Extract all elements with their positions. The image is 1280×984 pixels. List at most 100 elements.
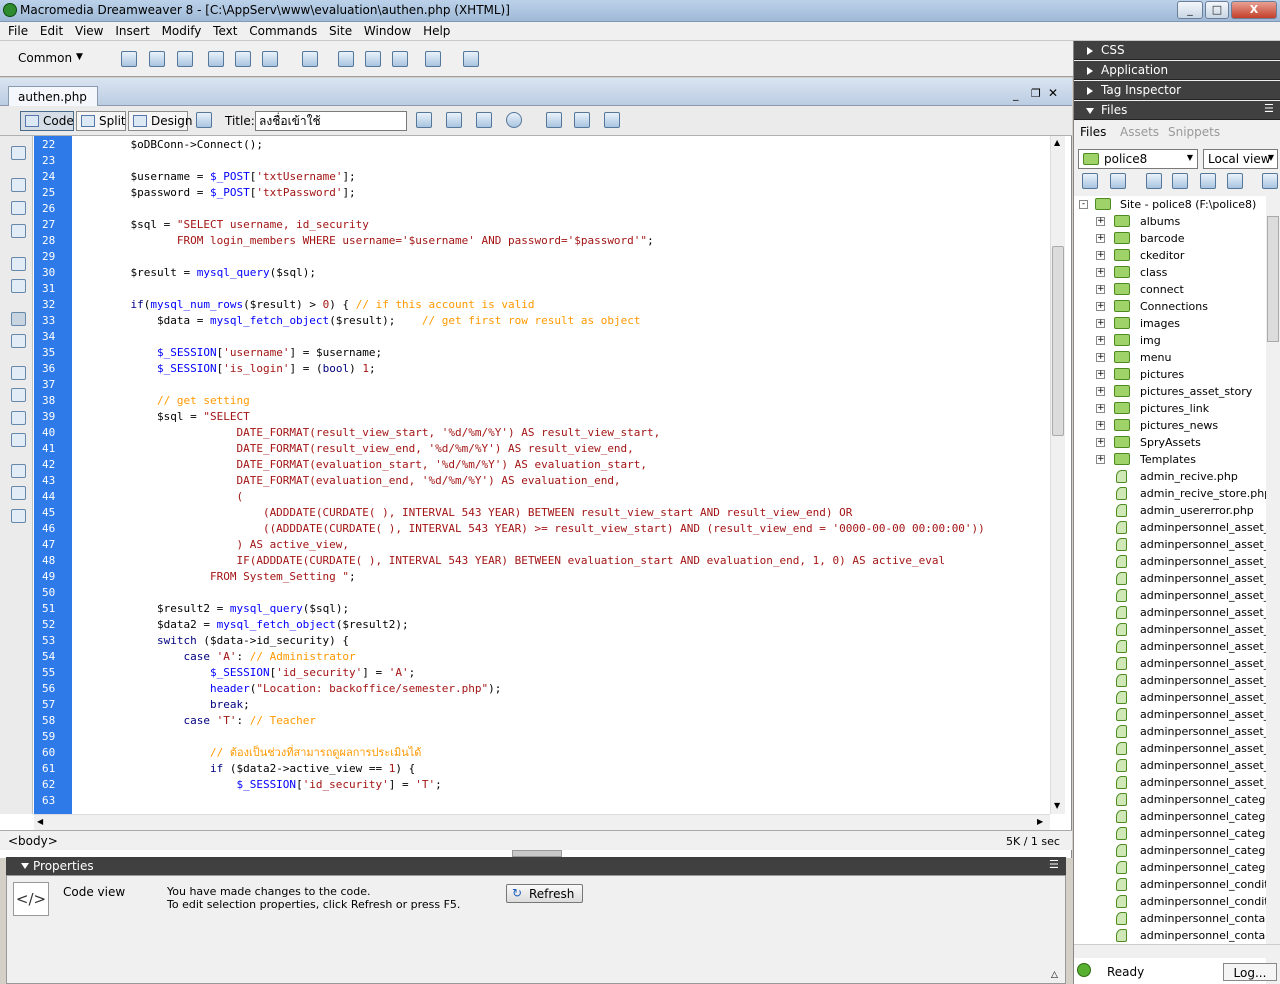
check-browser-icon[interactable]	[506, 112, 522, 128]
file-management-icon[interactable]	[416, 112, 432, 128]
connect-icon[interactable]	[1082, 173, 1098, 189]
expand-properties-icon[interactable]: △	[1051, 970, 1058, 980]
doc-minimize-icon[interactable]: _	[1013, 88, 1019, 101]
close-button[interactable]: X	[1231, 1, 1277, 19]
outdent-code-icon[interactable]	[11, 486, 26, 500]
design-view-button[interactable]: Design	[128, 111, 192, 131]
tree-file-item[interactable]: adminpersonnel_asset_ec	[1074, 587, 1266, 604]
tree-file-item[interactable]: adminpersonnel_contact_	[1074, 927, 1266, 944]
refresh-icon[interactable]	[1110, 173, 1126, 189]
code-vertical-scrollbar[interactable]: ▲ ▼	[1050, 136, 1065, 814]
select-parent-tag-icon[interactable]	[11, 257, 26, 271]
tree-folder-item[interactable]: + ckeditor	[1074, 247, 1266, 264]
tree-folder-item[interactable]: + albums	[1074, 213, 1266, 230]
tree-file-item[interactable]: admin_usererror.php	[1074, 502, 1266, 519]
apply-comment-icon[interactable]	[11, 366, 26, 380]
check-out-icon[interactable]	[1200, 173, 1216, 189]
properties-panel-header[interactable]: Properties ☰	[6, 857, 1066, 875]
tree-file-item[interactable]: adminpersonnel_asset_nc	[1074, 621, 1266, 638]
collapse-selection-icon[interactable]	[11, 201, 26, 215]
tree-file-item[interactable]: adminpersonnel_asset_ty	[1074, 723, 1266, 740]
page-title-input[interactable]	[255, 111, 407, 131]
refresh-design-view-icon[interactable]	[546, 112, 562, 128]
layer-icon[interactable]	[235, 51, 251, 67]
tree-scroll-thumb[interactable]	[1267, 216, 1279, 342]
code-view-button[interactable]: Code	[20, 111, 74, 131]
view-options-icon[interactable]	[574, 112, 590, 128]
tree-folder-item[interactable]: + barcode	[1074, 230, 1266, 247]
tree-folder-item[interactable]: + pictures_asset_story	[1074, 383, 1266, 400]
menu-file[interactable]: File	[0, 22, 28, 38]
expand-panel-icon[interactable]	[1262, 173, 1278, 189]
tab-snippets[interactable]: Snippets	[1168, 125, 1220, 139]
expand-icon[interactable]: +	[1096, 268, 1105, 277]
code-horizontal-scrollbar[interactable]: ◀ ▶	[34, 814, 1050, 830]
wrap-tag-icon[interactable]	[11, 411, 26, 425]
tree-file-item[interactable]: admin_recive.php	[1074, 468, 1266, 485]
tree-file-item[interactable]: adminpersonnel_asset_nc	[1074, 638, 1266, 655]
format-source-code-icon[interactable]	[11, 509, 26, 523]
scroll-left-icon[interactable]: ◀	[37, 817, 43, 826]
menu-view[interactable]: View	[67, 22, 103, 38]
comment-icon[interactable]	[392, 51, 408, 67]
expand-icon[interactable]: +	[1096, 251, 1105, 260]
file-tree[interactable]: - Site - police8 (F:\police8) + albums + barc…	[1074, 196, 1266, 984]
tree-file-item[interactable]: adminpersonnel_category	[1074, 825, 1266, 842]
tree-horizontal-scrollbar[interactable]	[1074, 944, 1280, 958]
tree-file-item[interactable]: adminpersonnel_asset_ac	[1074, 536, 1266, 553]
tree-folder-item[interactable]: + menu	[1074, 349, 1266, 366]
panel-options-icon[interactable]: ☰	[1049, 858, 1059, 871]
expand-icon[interactable]: +	[1096, 285, 1105, 294]
tree-file-item[interactable]: adminpersonnel_asset_ty	[1074, 757, 1266, 774]
log-button[interactable]: Log...	[1223, 963, 1277, 981]
scroll-thumb[interactable]	[1052, 246, 1064, 436]
tree-folder-item[interactable]: + class	[1074, 264, 1266, 281]
expand-icon[interactable]: +	[1096, 302, 1105, 311]
tree-file-item[interactable]: adminpersonnel_contact.	[1074, 910, 1266, 927]
application-panel-header[interactable]: Application	[1074, 61, 1280, 80]
menu-window[interactable]: Window	[356, 22, 411, 38]
tree-folder-item[interactable]: + Connections	[1074, 298, 1266, 315]
tree-folder-item[interactable]: + SpryAssets	[1074, 434, 1266, 451]
collapse-icon[interactable]: -	[1079, 200, 1088, 209]
chevron-down-icon[interactable]: ▼	[76, 52, 83, 62]
remove-comment-icon[interactable]	[11, 388, 26, 402]
put-files-icon[interactable]	[1172, 173, 1188, 189]
preview-in-browser-icon[interactable]	[446, 112, 462, 128]
tree-folder-item[interactable]: + img	[1074, 332, 1266, 349]
tree-file-item[interactable]: adminpersonnel_category	[1074, 842, 1266, 859]
tag-inspector-panel-header[interactable]: Tag Inspector	[1074, 81, 1280, 100]
minimize-button[interactable]: _	[1177, 1, 1203, 19]
panel-options-icon[interactable]: ☰	[1264, 102, 1274, 115]
menu-modify[interactable]: Modify	[154, 22, 202, 38]
tree-file-item[interactable]: adminpersonnel_asset_re	[1074, 655, 1266, 672]
tab-files[interactable]: Files	[1080, 125, 1106, 139]
scroll-up-icon[interactable]: ▲	[1054, 138, 1060, 147]
expand-icon[interactable]: +	[1096, 353, 1105, 362]
indent-code-icon[interactable]	[11, 464, 26, 478]
expand-icon[interactable]: +	[1096, 387, 1105, 396]
panel-splitter[interactable]	[512, 850, 562, 857]
templates-icon[interactable]	[425, 51, 441, 67]
tree-file-item[interactable]: adminpersonnel_conditior	[1074, 876, 1266, 893]
tree-root-site[interactable]: - Site - police8 (F:\police8)	[1074, 196, 1266, 213]
tree-file-item[interactable]: adminpersonnel_asset_ec	[1074, 604, 1266, 621]
date-icon[interactable]	[338, 51, 354, 67]
tree-file-item[interactable]: adminpersonnel_asset_de	[1074, 570, 1266, 587]
view-select[interactable]: Local view ▼	[1203, 149, 1278, 169]
expand-icon[interactable]: +	[1096, 438, 1105, 447]
server-side-include-icon[interactable]	[365, 51, 381, 67]
menu-help[interactable]: Help	[415, 22, 450, 38]
split-view-button[interactable]: Split	[76, 111, 126, 131]
tree-folder-item[interactable]: + pictures_link	[1074, 400, 1266, 417]
tree-folder-item[interactable]: + pictures	[1074, 366, 1266, 383]
css-panel-header[interactable]: CSS	[1074, 41, 1280, 60]
tag-chooser-icon[interactable]	[463, 51, 479, 67]
hyperlink-icon[interactable]	[121, 51, 137, 67]
expand-icon[interactable]: +	[1096, 234, 1105, 243]
refresh-button[interactable]: ↻ Refresh	[506, 884, 583, 903]
tree-file-item[interactable]: adminpersonnel_asset_re	[1074, 672, 1266, 689]
doc-close-icon[interactable]: ✕	[1048, 86, 1058, 100]
tree-file-item[interactable]: adminpersonnel_asset_ac	[1074, 519, 1266, 536]
expand-icon[interactable]: +	[1096, 336, 1105, 345]
